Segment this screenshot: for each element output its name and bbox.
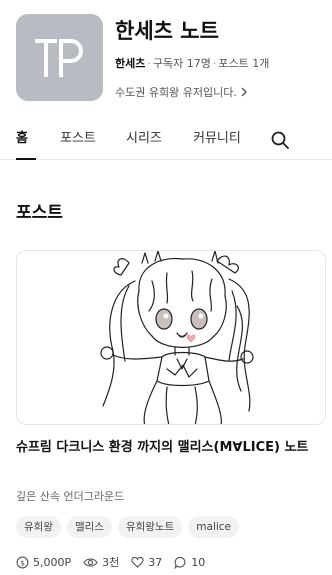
channel-logo-icon bbox=[34, 38, 83, 77]
search-icon[interactable] bbox=[270, 130, 290, 150]
comments-stat[interactable]: 10 bbox=[174, 556, 205, 569]
comments-value: 10 bbox=[191, 555, 206, 569]
tag-chip[interactable]: 유희왕 bbox=[16, 516, 61, 538]
likes-stat[interactable]: 37 bbox=[131, 556, 162, 569]
eye-icon bbox=[83, 557, 98, 567]
tag-chip[interactable]: 맬리스 bbox=[66, 516, 112, 538]
subscriber-count[interactable]: 구독자 17명 bbox=[153, 57, 211, 70]
heart-icon bbox=[131, 556, 144, 568]
post-subtitle: 깊은 산속 언더그라운드 bbox=[16, 490, 125, 503]
channel-header: 한세츠 노트 한세츠 · 구독자 17명 · 포스트 1개 수도권 유희왕 유저입니다. bbox=[16, 14, 316, 104]
channel-info: 한세츠 노트 한세츠 · 구독자 17명 · 포스트 1개 수도권 유희왕 유저입니다. bbox=[115, 14, 320, 100]
channel-meta: 한세츠 · 구독자 17명 · 포스트 1개 bbox=[115, 55, 320, 71]
tab-community[interactable]: 커뮤니티 bbox=[193, 125, 241, 153]
channel-title: 한세츠 노트 bbox=[115, 19, 219, 43]
price-value: 5,000P bbox=[33, 555, 72, 569]
views-value: 3천 bbox=[102, 556, 120, 569]
chevron-right-icon bbox=[241, 87, 247, 97]
section-title: 포스트 bbox=[16, 203, 63, 223]
post-thumbnail[interactable] bbox=[16, 250, 326, 425]
meta-separator: · bbox=[147, 57, 151, 70]
channel-description[interactable]: 수도권 유희왕 유저입니다. bbox=[115, 84, 320, 100]
tag-chip[interactable]: 유희왕노트 bbox=[117, 516, 183, 538]
svg-text:$: $ bbox=[20, 558, 25, 567]
active-tab-indicator bbox=[16, 158, 36, 160]
views-stat: 3천 bbox=[83, 554, 119, 570]
post-count: 포스트 1개 bbox=[218, 57, 270, 70]
price-stat: $ 5,000P bbox=[16, 556, 71, 569]
likes-value: 37 bbox=[148, 555, 163, 569]
post-thumbnail-illustration bbox=[100, 251, 254, 424]
post-title[interactable]: 슈프림 다크니스 환경 까지의 맬리스(M∀LICE) 노트 bbox=[16, 437, 326, 458]
channel-tabs: 홈 포스트 시리즈 커뮤니티 bbox=[0, 118, 332, 160]
channel-description-text: 수도권 유희왕 유저입니다. bbox=[115, 86, 237, 99]
tab-series[interactable]: 시리즈 bbox=[126, 125, 162, 153]
tag-chip[interactable]: malice bbox=[188, 516, 240, 538]
post-stats: $ 5,000P 3천 37 10 bbox=[16, 554, 213, 570]
comment-icon bbox=[174, 556, 186, 569]
post-tags: 유희왕 맬리스 유희왕노트 malice bbox=[16, 516, 240, 538]
channel-name[interactable]: 한세츠 bbox=[115, 57, 145, 70]
channel-logo[interactable] bbox=[16, 14, 103, 101]
tab-home[interactable]: 홈 bbox=[16, 125, 28, 153]
coin-icon: $ bbox=[16, 556, 29, 568]
tab-posts[interactable]: 포스트 bbox=[60, 125, 96, 153]
